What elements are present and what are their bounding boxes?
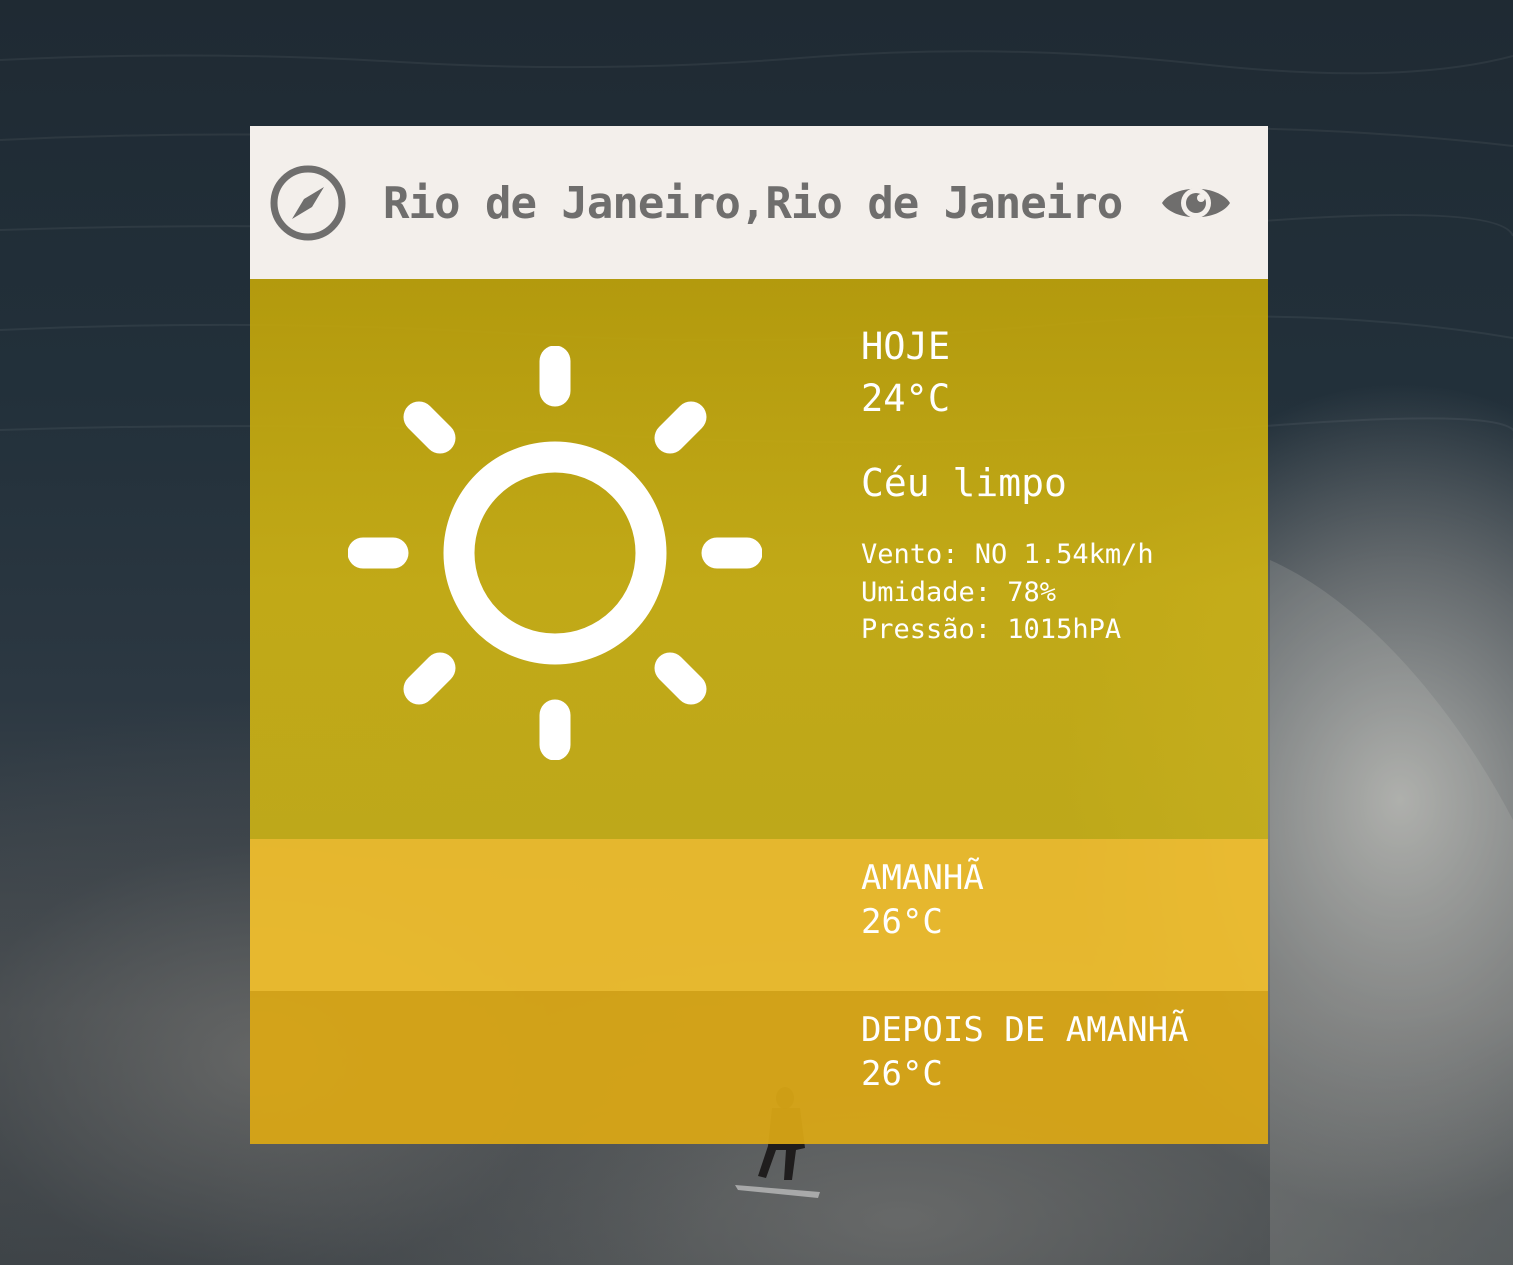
tomorrow-label: AMANHÃ — [861, 858, 984, 898]
today-wind: Vento: NO 1.54km/h — [861, 539, 1154, 570]
compass-icon[interactable] — [269, 164, 347, 242]
today-pressure: Pressão: 1015hPA — [861, 614, 1122, 645]
today-condition: Céu limpo — [861, 461, 1067, 505]
location-header: Rio de Janeiro,Rio de Janeiro — [250, 126, 1268, 279]
tomorrow-forecast: AMANHÃ 26°C — [250, 839, 1268, 991]
day-after-temperature: 26°C — [861, 1054, 943, 1094]
eye-icon[interactable] — [1160, 176, 1232, 230]
sun-icon — [348, 346, 762, 760]
day-after-label: DEPOIS DE AMANHÃ — [861, 1010, 1189, 1050]
today-humidity: Umidade: 78% — [861, 577, 1057, 608]
today-temperature: 24°C — [861, 377, 951, 420]
tomorrow-temperature: 26°C — [861, 902, 943, 942]
today-label: HOJE — [861, 325, 951, 368]
location-title: Rio de Janeiro,Rio de Janeiro — [383, 178, 1123, 229]
day-after-forecast: DEPOIS DE AMANHÃ 26°C — [250, 991, 1268, 1144]
weather-card: Rio de Janeiro,Rio de Janeiro HOJE 24°C — [250, 126, 1268, 1144]
today-forecast: HOJE 24°C Céu limpo Vento: NO 1.54km/h U… — [250, 279, 1268, 839]
